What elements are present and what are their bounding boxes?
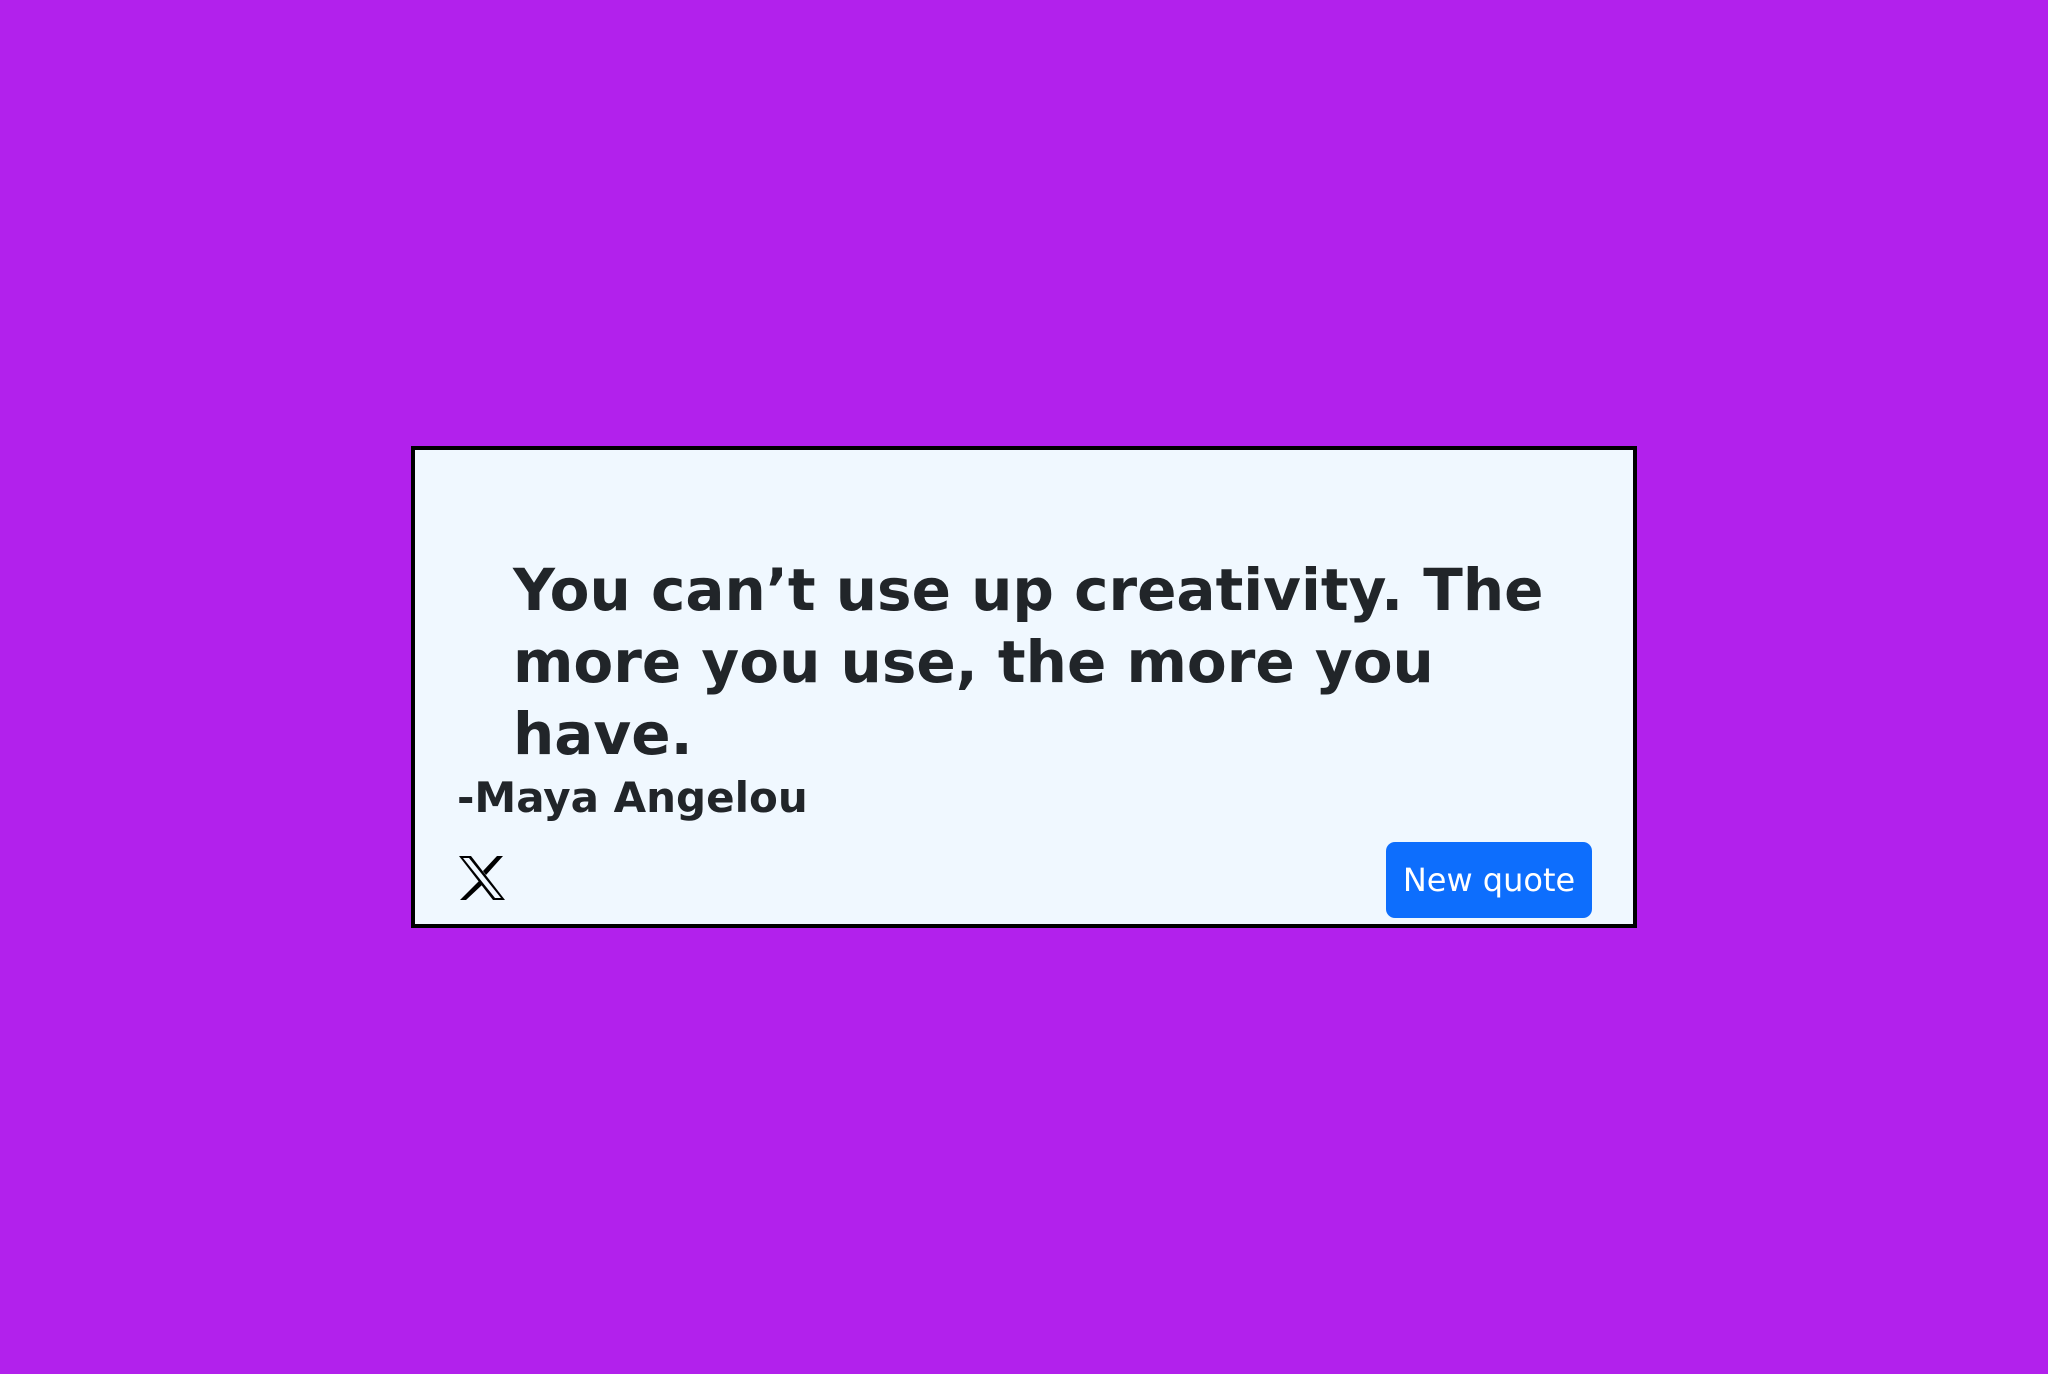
tweet-quote-link[interactable] xyxy=(457,854,507,902)
quote-author: -Maya Angelou xyxy=(457,773,808,822)
quote-text: You can’t use up creativity. The more yo… xyxy=(513,556,1544,768)
quote-box: You can’t use up creativity. The more yo… xyxy=(411,446,1637,928)
x-logo-icon xyxy=(459,856,505,900)
new-quote-button[interactable]: New quote xyxy=(1386,842,1592,918)
